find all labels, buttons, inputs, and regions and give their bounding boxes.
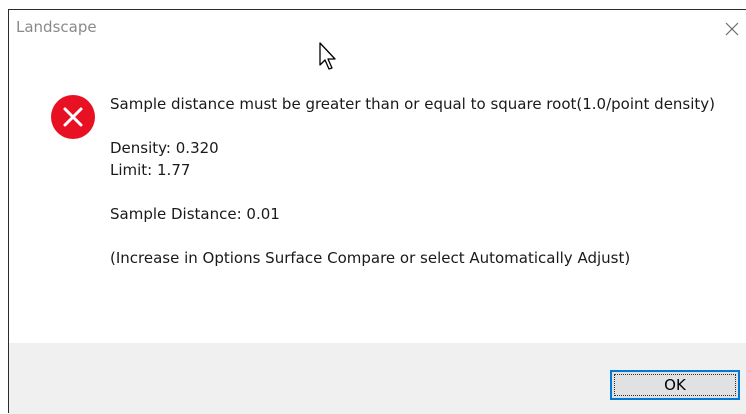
close-icon (718, 18, 746, 40)
title-bar[interactable]: Landscape (9, 10, 746, 46)
error-icon (49, 93, 97, 141)
sample-distance-value: Sample Distance: 0.01 (110, 205, 280, 223)
screen-background (8, 0, 746, 9)
mouse-pointer-icon (318, 41, 340, 71)
message-text: Sample distance must be greater than or … (110, 93, 730, 269)
window-title: Landscape (16, 18, 97, 36)
close-button[interactable] (718, 18, 746, 40)
dialog-body: Sample distance must be greater than or … (9, 46, 746, 343)
hint-text: (Increase in Options Surface Compare or … (110, 249, 631, 267)
density-value: Density: 0.320 (110, 139, 219, 157)
button-bar: OK (9, 343, 746, 414)
message-main: Sample distance must be greater than or … (110, 95, 716, 113)
message-dialog: Landscape Sample distance must be greate… (8, 9, 746, 414)
ok-button[interactable]: OK (610, 370, 740, 400)
focus-ring (614, 374, 736, 396)
limit-value: Limit: 1.77 (110, 161, 191, 179)
